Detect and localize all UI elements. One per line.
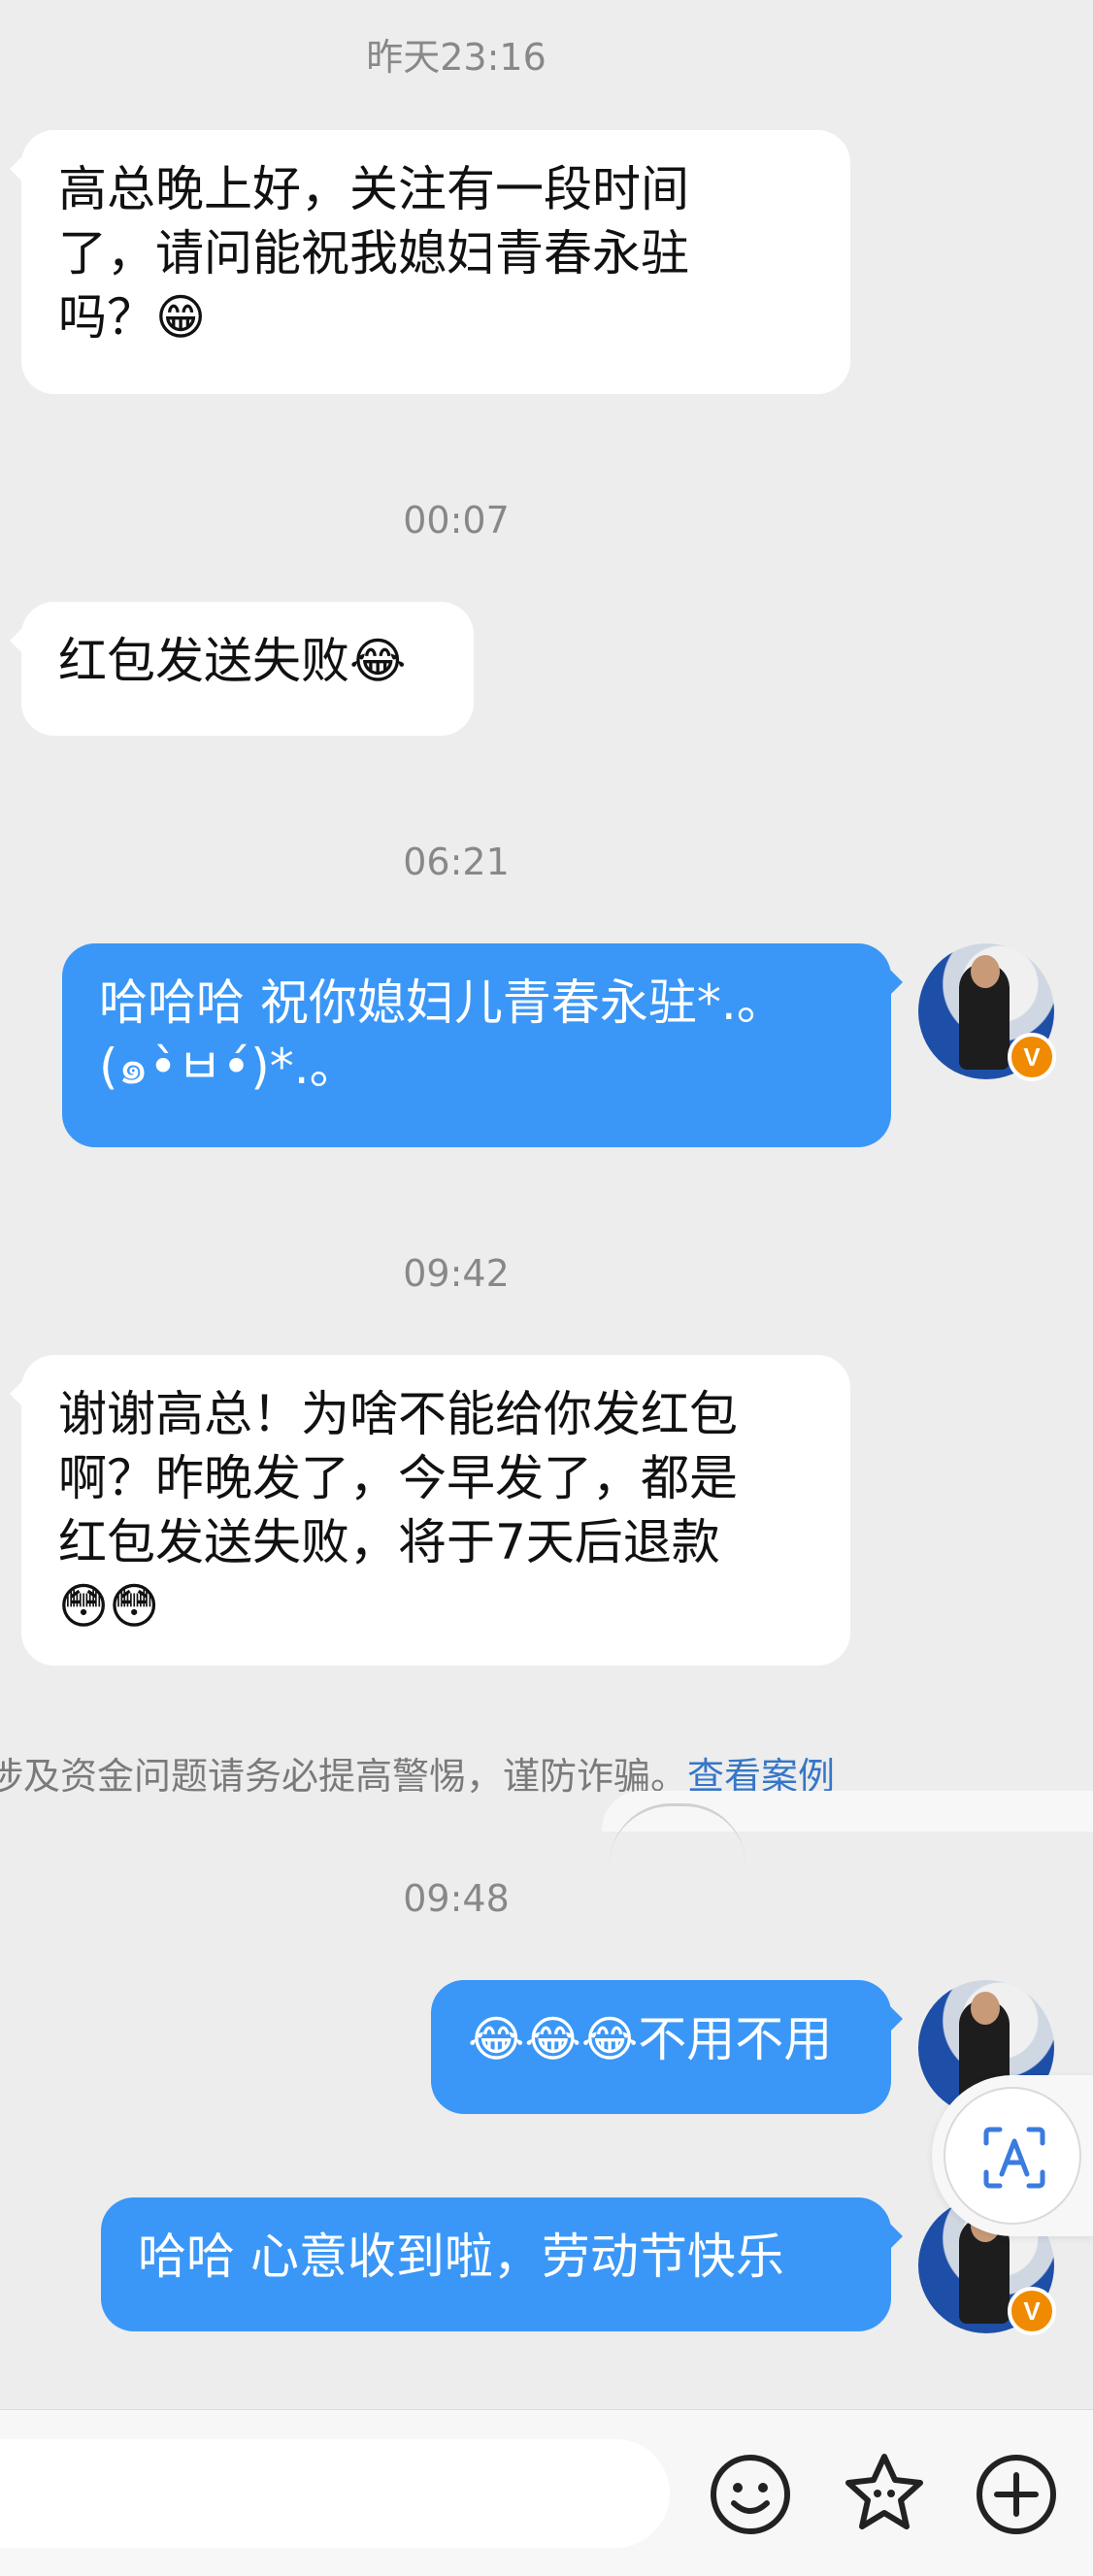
message-line: 谢谢高总！为啥不能给你发红包 xyxy=(58,1386,738,1442)
star-face-icon[interactable] xyxy=(841,2451,928,2538)
message-input[interactable] xyxy=(0,2439,670,2548)
message-line: 红包发送失败😂 xyxy=(58,633,407,689)
incoming-message-bubble[interactable]: 谢谢高总！为啥不能给你发红包 啊？昨晚发了，今早发了，都是 红包发送失败，将于7… xyxy=(10,1355,850,1666)
notice-text: 涉及资金问题请务必提高警惕，谨防诈骗。 xyxy=(0,1755,688,1798)
message-line: 红包发送失败，将于7天后退款 xyxy=(58,1514,720,1570)
text-recognition-icon xyxy=(944,2087,1081,2225)
message-line: 啊？昨晚发了，今早发了，都是 xyxy=(58,1450,738,1506)
input-bar xyxy=(0,2409,1093,2576)
message-line: 哈哈哈 祝你媳妇儿青春永驻*.。 xyxy=(99,974,785,1031)
timestamp: 昨天23:16 xyxy=(366,36,546,79)
message-line: 了，请问能祝我媳妇青春永驻 xyxy=(58,225,689,281)
incoming-message-bubble[interactable]: 高总晚上好，关注有一段时间 了，请问能祝我媳妇青春永驻 吗？😁 xyxy=(10,130,850,394)
timestamp: 09:48 xyxy=(403,1877,510,1920)
message-line: 吗？😁 xyxy=(58,289,207,346)
timestamp: 06:21 xyxy=(403,841,510,883)
text-recognition-button[interactable] xyxy=(932,2075,1093,2236)
outgoing-message-bubble[interactable]: 哈哈哈 祝你媳妇儿青春永驻*.。 (๑•̀ㅂ•́)*.。 xyxy=(62,943,903,1147)
message-line: (๑•̀ㅂ•́)*.。 xyxy=(99,1039,358,1095)
timestamp: 09:42 xyxy=(403,1252,510,1295)
plus-icon[interactable] xyxy=(973,2451,1060,2538)
message-line: 😂😂😂不用不用 xyxy=(468,2011,833,2067)
outgoing-message-bubble[interactable]: 哈哈 心意收到啦，劳动节快乐 xyxy=(101,2197,903,2331)
message-line: 高总晚上好，关注有一段时间 xyxy=(58,161,689,217)
user-avatar[interactable]: V xyxy=(918,943,1056,1081)
message-line: 哈哈 心意收到啦，劳动节快乐 xyxy=(138,2229,784,2285)
verified-badge-icon: V xyxy=(1008,1033,1056,1081)
verified-badge-icon: V xyxy=(1008,2287,1056,2335)
timestamp: 00:07 xyxy=(403,499,510,542)
smiley-icon[interactable] xyxy=(707,2451,794,2538)
outgoing-message-bubble[interactable]: 😂😂😂不用不用 xyxy=(431,1980,903,2114)
message-line: 😳😳 xyxy=(58,1578,160,1635)
incoming-message-bubble[interactable]: 红包发送失败😂 xyxy=(10,602,474,736)
